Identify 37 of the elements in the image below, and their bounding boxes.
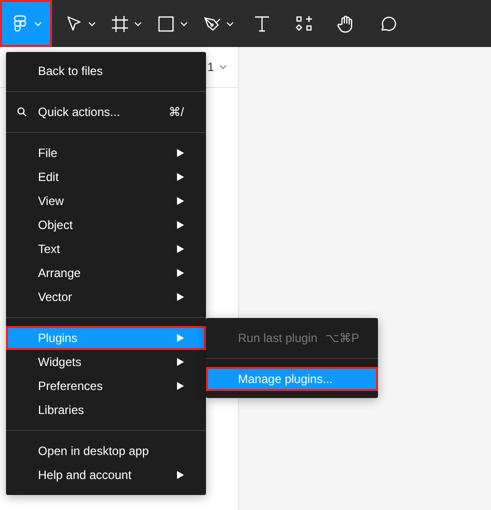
frame-icon xyxy=(110,14,130,34)
caret-icon xyxy=(177,149,184,157)
menu-item[interactable]: View xyxy=(6,189,206,213)
menu-item[interactable]: Edit xyxy=(6,165,206,189)
search-icon xyxy=(17,107,27,117)
menu-item[interactable]: Back to files xyxy=(6,59,206,83)
caret-icon xyxy=(177,358,184,366)
menu-item[interactable]: Preferences xyxy=(6,374,206,398)
menu-item[interactable]: File xyxy=(6,141,206,165)
menu-item[interactable]: Text xyxy=(6,237,206,261)
menu-item[interactable]: Open in desktop app xyxy=(6,439,206,463)
caret-icon xyxy=(177,293,184,301)
chevron-down-icon xyxy=(226,20,234,26)
caret-icon xyxy=(177,269,184,277)
menu-item[interactable]: Arrange xyxy=(6,261,206,285)
caret-icon xyxy=(177,197,184,205)
caret-icon xyxy=(177,173,184,181)
menu-item[interactable]: Vector xyxy=(6,285,206,309)
text-icon xyxy=(252,14,272,34)
menu-item[interactable]: Widgets xyxy=(6,350,206,374)
caret-icon xyxy=(177,382,184,390)
page-label[interactable]: 1 xyxy=(207,60,214,74)
chevron-down-icon xyxy=(88,20,96,26)
shapes-icon xyxy=(294,14,314,34)
menu-item[interactable]: Object xyxy=(6,213,206,237)
caret-icon xyxy=(177,245,184,253)
caret-icon xyxy=(177,471,184,479)
chevron-down-icon xyxy=(219,64,227,70)
chevron-down-icon xyxy=(34,20,42,26)
menu-item[interactable]: Help and account xyxy=(6,463,206,487)
menu-item[interactable]: Quick actions... ⌘/ xyxy=(6,100,206,124)
menu-item[interactable]: Libraries xyxy=(6,398,206,422)
caret-icon xyxy=(177,334,184,342)
rectangle-icon xyxy=(156,14,176,34)
chevron-down-icon xyxy=(180,20,188,26)
caret-icon xyxy=(177,221,184,229)
chevron-down-icon xyxy=(134,20,142,26)
